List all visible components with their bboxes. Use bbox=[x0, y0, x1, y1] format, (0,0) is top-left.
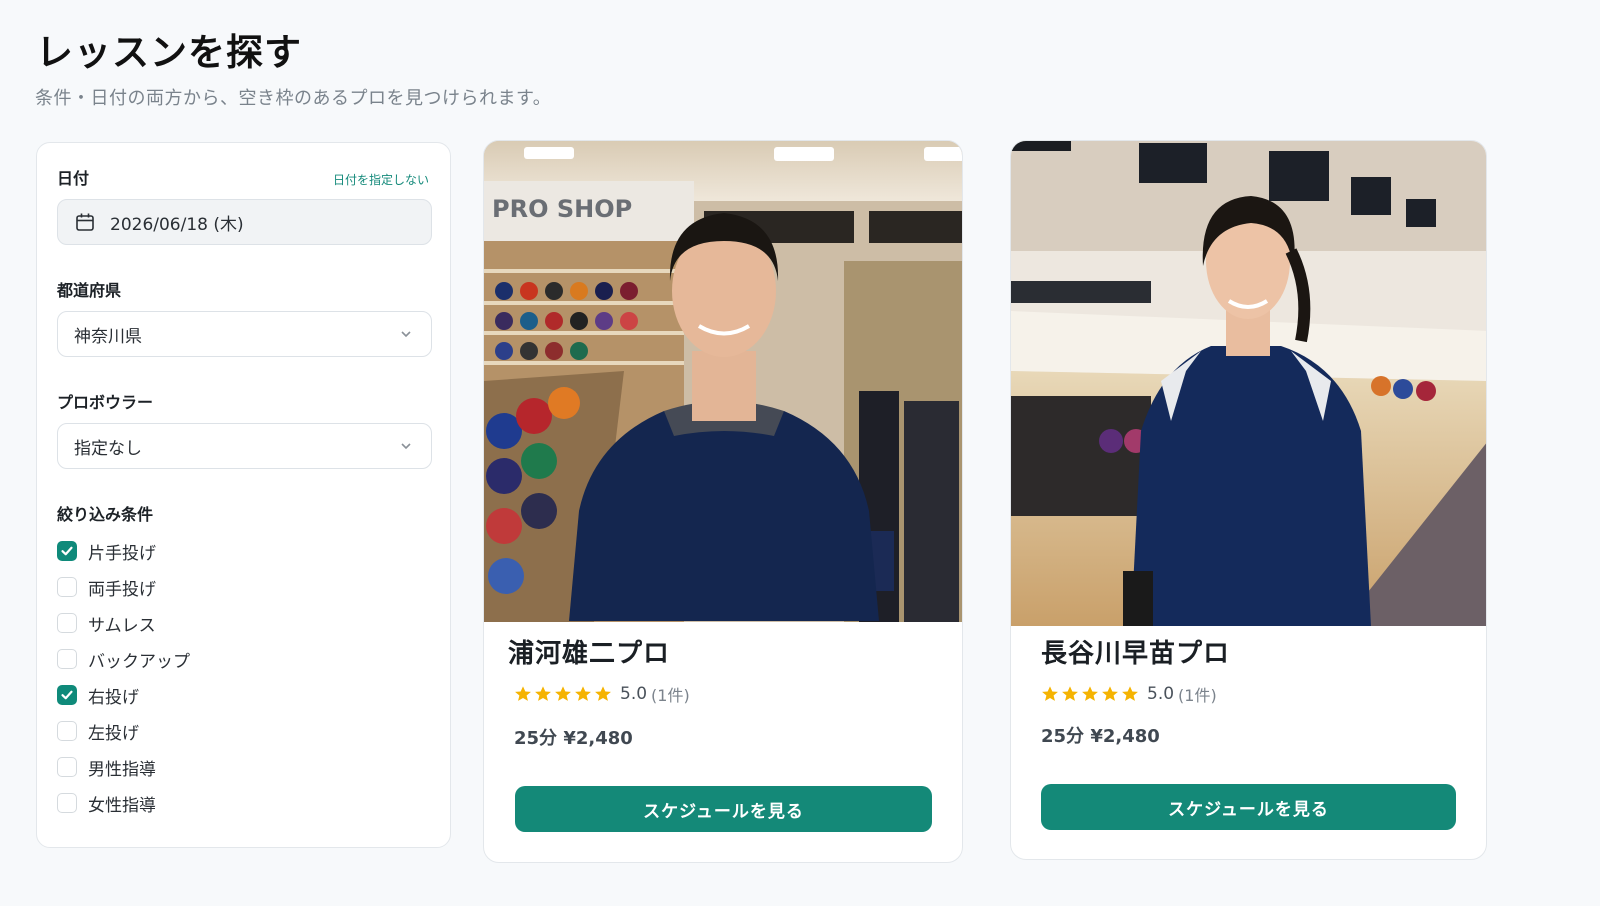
star-icon bbox=[575, 686, 591, 701]
shop-sign-text: PRO SHOP bbox=[492, 195, 632, 223]
review-count: (1件) bbox=[1178, 686, 1217, 705]
checkbox-label: 男性指導 bbox=[88, 759, 156, 780]
checkbox-row[interactable]: 右投げ bbox=[57, 677, 190, 713]
checkbox-label: サムレス bbox=[88, 615, 156, 636]
star-icon bbox=[535, 686, 551, 701]
checkbox-row[interactable]: 両手投げ bbox=[57, 569, 190, 605]
date-field[interactable]: 2026/06/18 (木) bbox=[57, 199, 432, 245]
checkbox[interactable] bbox=[57, 541, 77, 561]
view-schedule-button[interactable]: スケジュールを見る bbox=[1041, 784, 1456, 830]
checkbox-label: 両手投げ bbox=[88, 579, 156, 600]
checkbox[interactable] bbox=[57, 793, 77, 813]
prefecture-value: 神奈川県 bbox=[74, 326, 142, 347]
checkbox-row[interactable]: バックアップ bbox=[57, 641, 190, 677]
star-icon bbox=[1062, 686, 1078, 701]
checkbox[interactable] bbox=[57, 685, 77, 705]
checkbox[interactable] bbox=[57, 577, 77, 597]
checkbox-label: 女性指導 bbox=[88, 795, 156, 816]
pro-card: 長谷川早苗プロ 5.0 (1件) 25分 ¥2,480 スケジュールを見る bbox=[1010, 140, 1487, 860]
check-icon bbox=[61, 690, 73, 700]
prefecture-select[interactable]: 神奈川県 bbox=[57, 311, 432, 357]
checkbox-row[interactable]: 男性指導 bbox=[57, 749, 190, 785]
prefecture-label: 都道府県 bbox=[57, 281, 122, 300]
clear-date-link[interactable]: 日付を指定しない bbox=[333, 171, 429, 188]
star-rating bbox=[514, 685, 614, 703]
checkbox-row[interactable]: 片手投げ bbox=[57, 533, 190, 569]
rating-value: 5.0 bbox=[620, 684, 648, 704]
star-icon bbox=[1102, 686, 1118, 701]
conditions-label: 絞り込み条件 bbox=[57, 505, 154, 524]
pro-name: 浦河雄二プロ bbox=[508, 639, 671, 669]
pro-card: PRO SHOP 浦河雄二プロ 5.0 (1件) 25分 ¥2,480 スケジュ… bbox=[483, 140, 963, 863]
star-icon bbox=[1122, 686, 1138, 701]
checkbox-row[interactable]: 女性指導 bbox=[57, 785, 190, 821]
review-count: (1件) bbox=[651, 686, 690, 705]
calendar-icon bbox=[74, 211, 96, 233]
checkbox-label: バックアップ bbox=[88, 651, 190, 672]
check-icon bbox=[61, 546, 73, 556]
chevron-down-icon bbox=[399, 327, 413, 341]
checkbox[interactable] bbox=[57, 613, 77, 633]
view-schedule-button[interactable]: スケジュールを見る bbox=[515, 786, 932, 832]
lesson-price: 25分 ¥2,480 bbox=[1041, 726, 1160, 747]
page-title: レッスンを探す bbox=[36, 31, 302, 74]
checkbox-row[interactable]: サムレス bbox=[57, 605, 190, 641]
checkbox-row[interactable]: 左投げ bbox=[57, 713, 190, 749]
rating-value: 5.0 bbox=[1147, 684, 1175, 704]
star-icon bbox=[595, 686, 611, 701]
checkbox[interactable] bbox=[57, 649, 77, 669]
bowler-label: プロボウラー bbox=[57, 393, 154, 412]
pro-photo: PRO SHOP bbox=[484, 141, 962, 622]
star-icon bbox=[1082, 686, 1098, 701]
star-rating bbox=[1041, 685, 1141, 703]
star-icon bbox=[1042, 686, 1058, 701]
filter-panel: 日付 日付を指定しない 2026/06/18 (木) 都道府県 神奈川県 プロボ… bbox=[36, 142, 451, 848]
lesson-price: 25分 ¥2,480 bbox=[514, 728, 633, 749]
checkbox-label: 右投げ bbox=[88, 687, 139, 708]
date-value: 2026/06/18 (木) bbox=[110, 214, 244, 235]
bowler-select[interactable]: 指定なし bbox=[57, 423, 432, 469]
pro-name: 長谷川早苗プロ bbox=[1041, 639, 1231, 669]
checkbox[interactable] bbox=[57, 757, 77, 777]
lesson-search-page: レッスンを探す 条件・日付の両方から、空き枠のあるプロを見つけられます。 日付 … bbox=[0, 0, 1600, 906]
conditions-checklist: 片手投げ 両手投げ サムレス バックアップ 右投げ 左投げ 男性指導 女性指導 bbox=[57, 533, 190, 821]
page-subtitle: 条件・日付の両方から、空き枠のあるプロを見つけられます。 bbox=[35, 88, 552, 109]
bowler-value: 指定なし bbox=[74, 438, 142, 459]
checkbox-label: 左投げ bbox=[88, 723, 139, 744]
pro-photo bbox=[1011, 141, 1486, 626]
chevron-down-icon bbox=[399, 439, 413, 453]
checkbox-label: 片手投げ bbox=[88, 543, 156, 564]
rating: 5.0 (1件) bbox=[1041, 682, 1217, 706]
date-label: 日付 bbox=[57, 169, 90, 188]
rating: 5.0 (1件) bbox=[514, 682, 690, 706]
checkbox[interactable] bbox=[57, 721, 77, 741]
star-icon bbox=[555, 686, 571, 701]
star-icon bbox=[515, 686, 531, 701]
